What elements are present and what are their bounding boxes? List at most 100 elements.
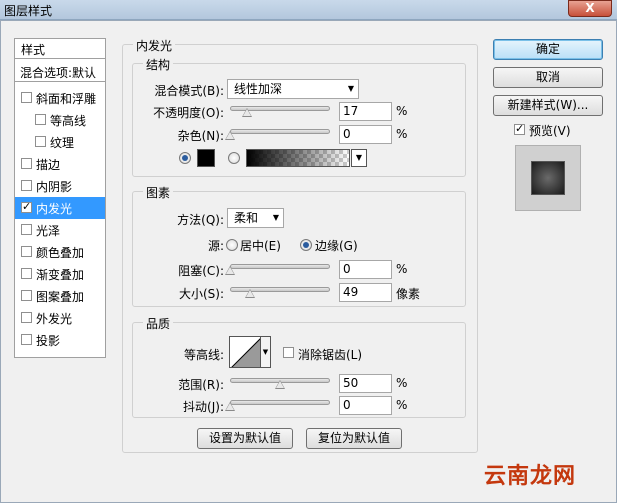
source-edge-radio[interactable] <box>300 239 312 251</box>
gradient-radio[interactable] <box>228 152 240 164</box>
style-item-checkbox[interactable] <box>21 312 32 323</box>
style-preview <box>515 145 581 211</box>
style-item-checkbox[interactable] <box>21 158 32 169</box>
close-button[interactable]: X <box>568 0 612 17</box>
size-label: 大小(S): <box>178 287 224 301</box>
source-label: 源: <box>207 239 224 253</box>
style-item-label: 斜面和浮雕 <box>36 92 97 106</box>
style-item-checkbox[interactable] <box>35 136 46 147</box>
blend-mode-label: 混合模式(B): <box>154 84 224 98</box>
style-item[interactable]: 等高线 <box>15 109 105 131</box>
jitter-slider[interactable] <box>230 400 330 405</box>
ok-button[interactable]: 确定 <box>493 39 603 60</box>
noise-unit: % <box>396 127 408 141</box>
slider-thumb[interactable] <box>245 289 255 298</box>
style-item-label: 光泽 <box>36 224 61 238</box>
contour-dropdown[interactable]: ▼ <box>261 336 271 368</box>
style-item-label: 投影 <box>36 334 61 348</box>
jitter-input[interactable]: 0 <box>339 396 392 415</box>
solid-color-radio[interactable] <box>179 152 191 164</box>
range-label: 范围(R): <box>178 378 224 392</box>
new-style-button[interactable]: 新建样式(W)... <box>493 95 603 116</box>
style-item-checkbox[interactable] <box>35 114 46 125</box>
style-item-checkbox[interactable] <box>21 224 32 235</box>
style-item[interactable]: 投影 <box>15 329 105 351</box>
style-item[interactable]: 纹理 <box>15 131 105 153</box>
cancel-button[interactable]: 取消 <box>493 67 603 88</box>
style-item[interactable]: 内阴影 <box>15 175 105 197</box>
window-title: 图层样式 <box>4 4 53 18</box>
source-edge-label: 边缘(G) <box>315 239 358 253</box>
choke-label: 阻塞(C): <box>178 264 224 278</box>
glow-color-swatch[interactable] <box>197 149 215 167</box>
chevron-down-icon: ▼ <box>347 84 354 93</box>
style-item-label: 外发光 <box>36 312 73 326</box>
style-item-label: 渐变叠加 <box>36 268 85 282</box>
style-item[interactable]: 斜面和浮雕 <box>15 87 105 109</box>
slider-thumb[interactable] <box>225 402 235 411</box>
slider-thumb[interactable] <box>242 108 252 117</box>
contour-preview[interactable] <box>229 336 261 368</box>
style-item-checkbox[interactable] <box>21 200 32 213</box>
chevron-down-icon: ▼ <box>272 213 279 222</box>
elements-title: 图素 <box>143 184 174 201</box>
style-item-checkbox[interactable] <box>21 290 32 301</box>
contour-curve-icon <box>231 338 260 367</box>
noise-input[interactable]: 0 <box>339 125 392 144</box>
quality-title: 品质 <box>143 315 174 332</box>
slider-thumb[interactable] <box>275 380 285 389</box>
range-unit: % <box>396 376 408 390</box>
style-item-checkbox[interactable] <box>21 246 32 257</box>
opacity-label: 不透明度(O): <box>153 106 224 120</box>
contour-label: 等高线: <box>183 348 224 362</box>
style-item-checkbox[interactable] <box>21 92 32 103</box>
style-item-checkbox[interactable] <box>21 180 32 191</box>
blend-options-item[interactable]: 混合选项:默认 <box>15 62 105 82</box>
size-unit: 像素 <box>396 287 421 301</box>
jitter-label: 抖动(J): <box>183 400 224 414</box>
structure-title: 结构 <box>143 56 174 73</box>
method-select[interactable]: 柔和 ▼ <box>227 208 284 228</box>
glow-gradient-picker[interactable] <box>246 149 350 167</box>
style-item[interactable]: 内发光 <box>15 197 105 219</box>
style-item[interactable]: 渐变叠加 <box>15 263 105 285</box>
slider-thumb[interactable] <box>225 266 235 275</box>
styles-header[interactable]: 样式 <box>15 39 105 59</box>
method-label: 方法(Q): <box>177 213 224 227</box>
anti-alias-label: 消除锯齿(L) <box>298 348 363 362</box>
make-default-button[interactable]: 设置为默认值 <box>197 428 293 449</box>
source-center-label: 居中(E) <box>240 239 281 253</box>
style-item-label: 内阴影 <box>36 180 73 194</box>
preview-checkbox[interactable] <box>514 122 525 135</box>
title-bar: 图层样式 X <box>0 0 617 20</box>
blend-mode-select[interactable]: 线性加深 ▼ <box>227 79 359 99</box>
style-item-label: 图案叠加 <box>36 290 85 304</box>
choke-slider[interactable] <box>230 264 330 269</box>
style-item[interactable]: 颜色叠加 <box>15 241 105 263</box>
range-input[interactable]: 50 <box>339 374 392 393</box>
style-item-label: 内发光 <box>36 202 73 216</box>
noise-label: 杂色(N): <box>177 129 224 143</box>
jitter-unit: % <box>396 398 408 412</box>
slider-thumb[interactable] <box>225 131 235 140</box>
chevron-down-icon: ▼ <box>355 153 363 162</box>
choke-input[interactable]: 0 <box>339 260 392 279</box>
noise-slider[interactable] <box>230 129 330 134</box>
gradient-dropdown[interactable]: ▼ <box>351 149 367 167</box>
size-input[interactable]: 49 <box>339 283 392 302</box>
anti-alias-checkbox[interactable] <box>283 347 294 358</box>
style-item[interactable]: 图案叠加 <box>15 285 105 307</box>
chevron-down-icon: ▼ <box>262 348 269 356</box>
style-item-label: 等高线 <box>50 114 87 128</box>
style-item[interactable]: 描边 <box>15 153 105 175</box>
styles-list: 样式 混合选项:默认 斜面和浮雕等高线纹理描边内阴影内发光光泽颜色叠加渐变叠加图… <box>14 38 106 358</box>
style-item-checkbox[interactable] <box>21 268 32 279</box>
reset-default-button[interactable]: 复位为默认值 <box>306 428 402 449</box>
source-center-radio[interactable] <box>226 239 238 251</box>
style-item-checkbox[interactable] <box>21 334 32 345</box>
style-item-label: 颜色叠加 <box>36 246 85 260</box>
opacity-input[interactable]: 17 <box>339 102 392 121</box>
watermark-logo: 云南龙网 <box>484 463 577 489</box>
style-item[interactable]: 光泽 <box>15 219 105 241</box>
style-item[interactable]: 外发光 <box>15 307 105 329</box>
